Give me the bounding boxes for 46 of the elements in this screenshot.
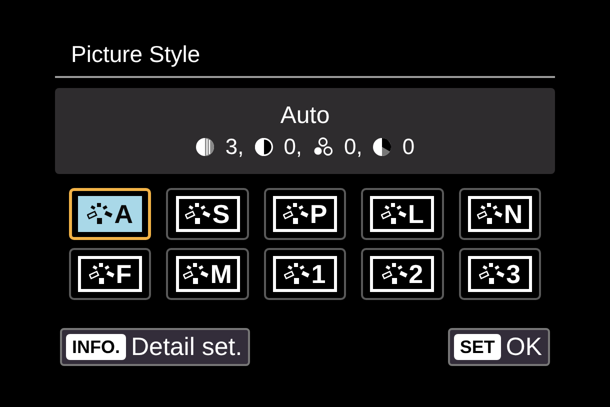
key-label: INFO. xyxy=(66,334,126,360)
key-label: SET xyxy=(454,334,501,360)
style-option[interactable]: 2 xyxy=(361,248,444,300)
style-letter: S xyxy=(212,199,230,229)
style-letter: P xyxy=(310,199,328,229)
style-option[interactable]: S xyxy=(166,188,249,240)
key-action: OK xyxy=(506,332,543,362)
sparkle-icon xyxy=(479,262,506,286)
sparkle-icon xyxy=(380,202,407,226)
param-value: 0 xyxy=(402,134,415,160)
sparkle-icon xyxy=(183,262,210,286)
style-letter: 3 xyxy=(506,259,521,289)
key-action: Detail set. xyxy=(131,332,244,362)
sparkle-icon xyxy=(284,262,310,286)
style-option[interactable]: 3 xyxy=(458,248,541,300)
style-option[interactable]: L xyxy=(361,188,444,240)
style-option[interactable]: 1 xyxy=(264,248,346,300)
style-option[interactable]: N xyxy=(458,188,541,240)
style-letter: 2 xyxy=(408,259,424,289)
sparkle-icon xyxy=(476,202,503,226)
param-value: 3, xyxy=(225,134,244,160)
param-value: 0, xyxy=(284,134,302,160)
sharpness-icon xyxy=(195,137,216,157)
style-letter: L xyxy=(408,199,424,229)
screen-title: Picture Style xyxy=(70,40,202,68)
sparkle-icon xyxy=(382,262,408,286)
sparkle-icon xyxy=(87,202,114,226)
style-name: Auto xyxy=(280,102,330,130)
style-letter: F xyxy=(116,259,132,289)
saturation-icon xyxy=(312,137,334,157)
style-letter: M xyxy=(210,259,232,289)
style-option[interactable]: P xyxy=(264,188,346,240)
contrast-icon xyxy=(254,137,274,157)
style-option[interactable]: F xyxy=(69,248,152,300)
style-letter: A xyxy=(114,199,134,229)
color-tone-icon xyxy=(372,137,392,157)
sparkle-icon xyxy=(88,262,115,286)
sparkle-icon xyxy=(282,202,309,226)
key-button[interactable]: INFO. Detail set. xyxy=(60,328,250,366)
style-option[interactable]: M xyxy=(166,248,249,300)
style-option[interactable]: A xyxy=(69,188,152,240)
style-letter: 1 xyxy=(311,259,326,289)
style-letter: N xyxy=(504,199,523,229)
sparkle-icon xyxy=(185,202,212,226)
key-button[interactable]: SET OK xyxy=(448,328,550,366)
param-value: 0, xyxy=(344,134,362,160)
